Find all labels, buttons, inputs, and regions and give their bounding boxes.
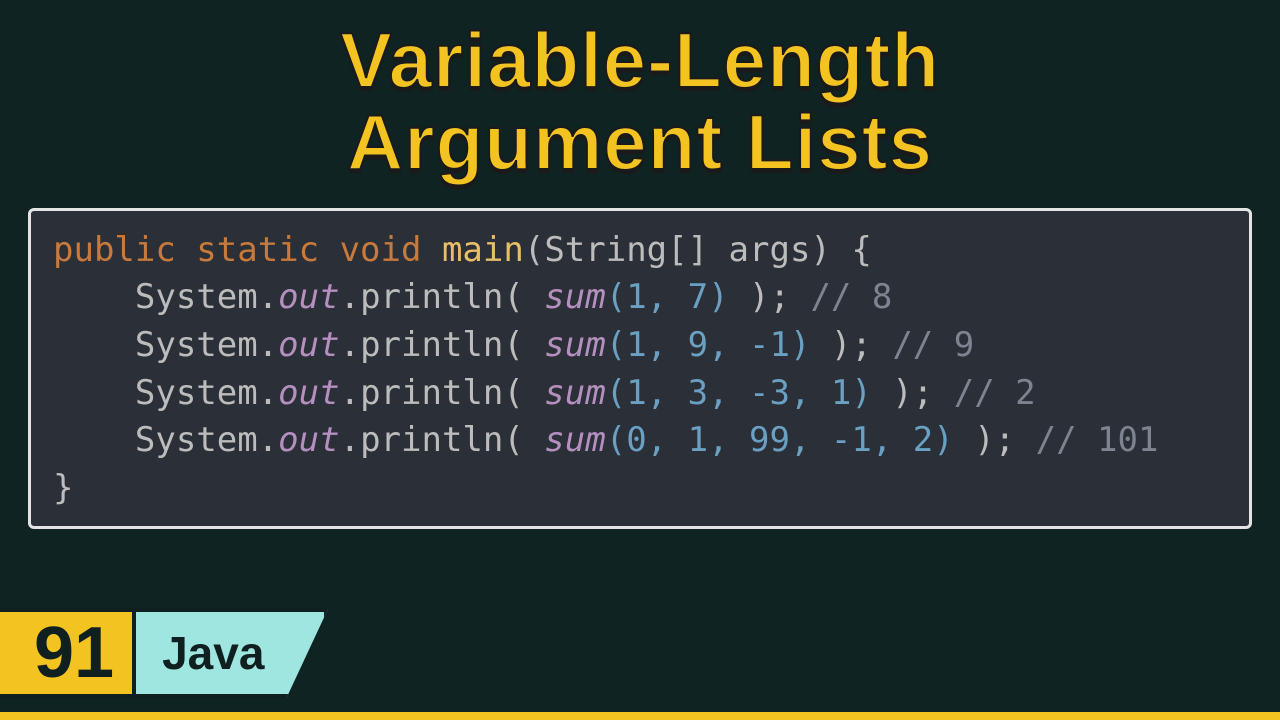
method-name: main <box>442 230 524 270</box>
params: (String[] args) { <box>524 230 872 270</box>
lesson-number: 91 <box>34 617 114 689</box>
language-badge: Java <box>132 608 328 698</box>
close-brace: } <box>53 468 73 508</box>
code-block: public static void main(String[] args) {… <box>28 208 1252 530</box>
title-line-1: Variable-Length <box>0 20 1280 102</box>
language-label: Java <box>162 626 264 680</box>
lesson-number-badge: 91 <box>0 608 136 698</box>
slide-title: Variable-Length Argument Lists <box>0 0 1280 184</box>
footer-badges: 91 Java <box>0 608 328 698</box>
bottom-accent-bar <box>0 712 1280 720</box>
title-line-2: Argument Lists <box>0 102 1280 184</box>
keyword: public static void <box>53 230 421 270</box>
